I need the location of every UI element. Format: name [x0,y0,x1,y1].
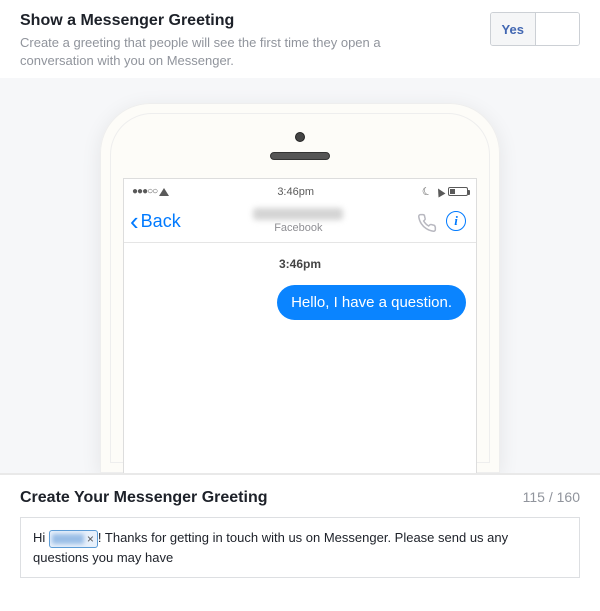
section-title: Show a Messenger Greeting [20,12,440,30]
call-icon[interactable] [416,212,434,230]
toggle-yes[interactable]: Yes [491,13,536,45]
token-remove-icon[interactable]: × [87,533,94,545]
message-bubble: Hello, I have a question. [277,285,466,320]
dnd-moon-icon: ☾ [420,184,434,200]
phone-preview: ●●●○○ 3:46pm ☾ ‹ Back [0,78,600,473]
phone-camera-icon [295,132,305,142]
name-token[interactable]: × [49,530,98,548]
phone-speaker-icon [270,152,330,160]
chat-title-redacted [253,208,343,220]
signal-dots-icon: ●●●○○ [132,186,157,197]
chat-nav-bar: ‹ Back Facebook i [124,202,476,243]
info-icon[interactable]: i [446,211,466,231]
chevron-left-icon: ‹ [130,208,139,234]
chat-subtitle: Facebook [181,222,416,234]
wifi-icon [159,188,169,196]
toggle-no[interactable] [536,13,580,45]
section-description: Create a greeting that people will see t… [20,34,440,70]
battery-icon [448,187,468,196]
token-value-redacted [52,534,84,544]
greeting-toggle[interactable]: Yes [490,12,580,46]
greeting-prefix: Hi [33,530,49,545]
message-timestamp: 3:46pm [134,257,466,271]
greeting-textbox[interactable]: Hi ×! Thanks for getting in touch with u… [20,517,580,578]
location-icon [435,186,446,197]
status-bar: ●●●○○ 3:46pm ☾ [124,179,476,202]
back-button[interactable]: ‹ Back [130,208,181,234]
compose-title: Create Your Messenger Greeting [20,489,268,507]
back-label: Back [141,211,181,232]
character-count: 115 / 160 [523,489,580,505]
status-time: 3:46pm [277,186,314,198]
greeting-suffix: ! Thanks for getting in touch with us on… [33,530,508,565]
